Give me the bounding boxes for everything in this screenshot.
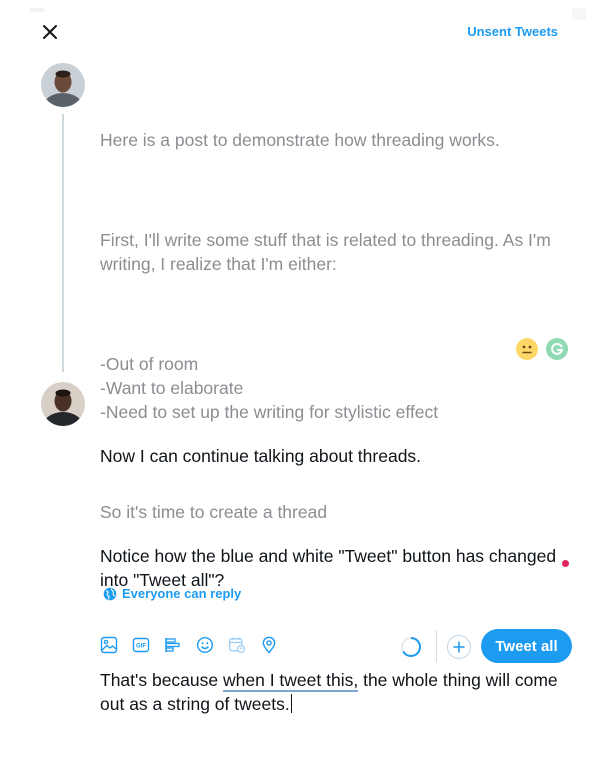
schedule-icon[interactable] [226, 634, 248, 656]
avatar [41, 382, 85, 426]
text-segment: That's because [100, 670, 223, 690]
svg-text:GIF: GIF [136, 644, 146, 650]
character-counter-ring [400, 636, 422, 658]
reply-setting-label: Everyone can reply [122, 586, 242, 601]
thread-connector-line [62, 114, 64, 372]
tweet-all-button[interactable]: Tweet all [481, 629, 572, 663]
plus-icon [453, 641, 465, 653]
tweet-1-paragraph: First, I'll write some stuff that is rel… [100, 230, 556, 274]
unsent-tweets-link[interactable]: Unsent Tweets [467, 24, 558, 39]
location-icon[interactable] [258, 634, 280, 656]
spelling-underline[interactable]: when I tweet this, [223, 670, 359, 692]
gif-icon[interactable]: GIF [130, 634, 152, 656]
tweet-1-paragraph: Here is a post to demonstrate how thread… [100, 130, 500, 150]
top-edge-right [572, 8, 586, 20]
tweet-2-paragraph: Notice how the blue and white "Tweet" bu… [100, 546, 561, 590]
add-tweet-button[interactable] [447, 635, 471, 659]
emoji-icon[interactable] [194, 634, 216, 656]
text-caret [290, 694, 292, 713]
globe-icon [103, 587, 117, 600]
grammarly-icon[interactable] [546, 338, 568, 360]
toolbar-divider [436, 630, 437, 662]
tweet-2-paragraph: That's because when I tweet this, the wh… [100, 668, 580, 716]
close-icon [43, 25, 57, 39]
top-edge-left [30, 8, 44, 12]
avatar [41, 63, 85, 107]
poll-icon[interactable] [162, 634, 184, 656]
compose-toolbar: GIF [98, 634, 280, 656]
close-button[interactable] [36, 18, 64, 46]
reply-setting-button[interactable]: Everyone can reply [103, 586, 241, 601]
image-icon[interactable] [98, 634, 120, 656]
notification-dot [562, 560, 569, 567]
tweet-2-compose-field[interactable]: Now I can continue talking about threads… [100, 396, 580, 768]
tweet-2-paragraph: Now I can continue talking about threads… [100, 446, 422, 466]
neutral-face-emoji-icon[interactable] [516, 338, 538, 360]
